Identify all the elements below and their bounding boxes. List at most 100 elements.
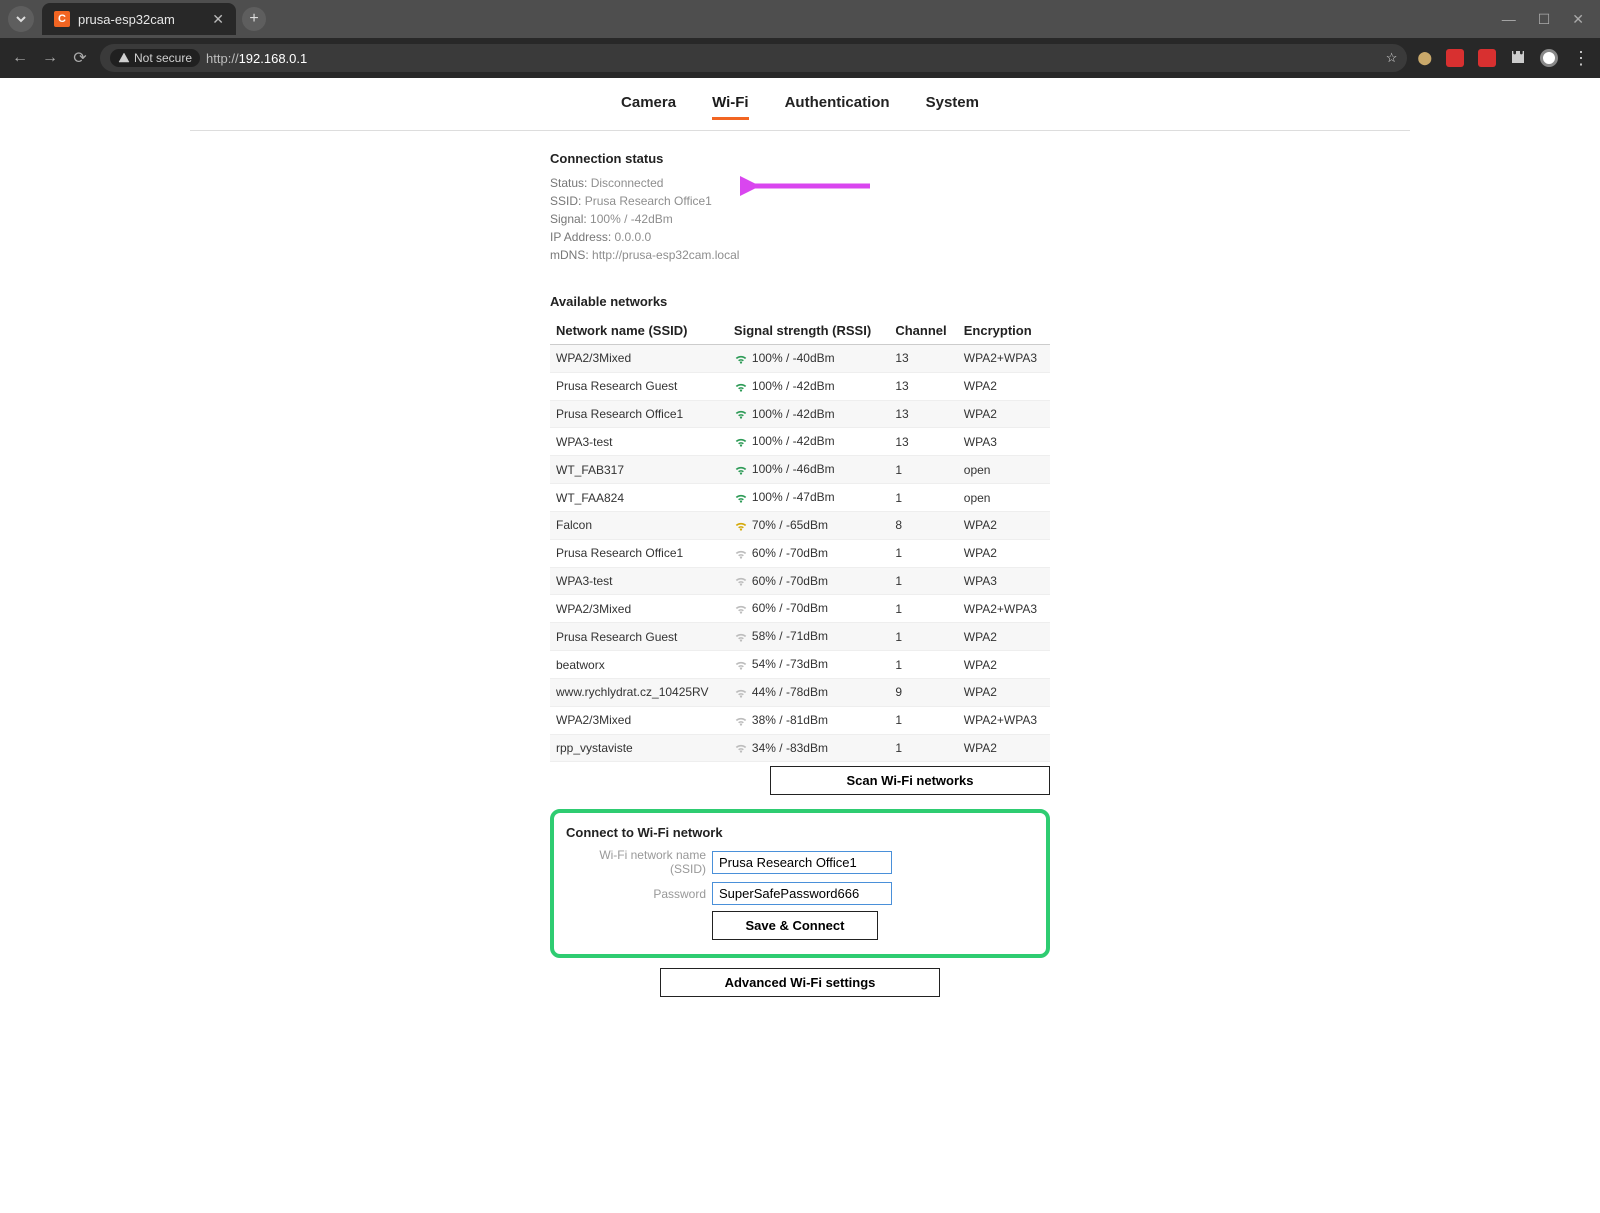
available-networks-heading: Available networks bbox=[550, 294, 1050, 309]
cell-ssid: WPA2/3Mixed bbox=[550, 595, 728, 623]
col-rssi: Signal strength (RSSI) bbox=[728, 317, 889, 345]
profile-button[interactable] bbox=[1540, 49, 1558, 67]
security-label: Not secure bbox=[134, 51, 192, 65]
bookmark-button[interactable]: ☆ bbox=[1386, 50, 1398, 66]
cell-encryption: WPA2 bbox=[958, 511, 1050, 539]
extension-icon[interactable] bbox=[1446, 49, 1464, 67]
scan-button[interactable]: Scan Wi-Fi networks bbox=[770, 766, 1050, 795]
network-row[interactable]: Falcon70% / -65dBm8WPA2 bbox=[550, 511, 1050, 539]
advanced-settings-button[interactable]: Advanced Wi-Fi settings bbox=[660, 968, 940, 997]
network-row[interactable]: beatworx54% / -73dBm1WPA2 bbox=[550, 651, 1050, 679]
cell-encryption: WPA2 bbox=[958, 623, 1050, 651]
cell-encryption: open bbox=[958, 484, 1050, 512]
cell-rssi: 60% / -70dBm bbox=[728, 567, 889, 595]
ssid-input[interactable] bbox=[712, 851, 892, 874]
col-ssid: Network name (SSID) bbox=[550, 317, 728, 345]
security-chip[interactable]: Not secure bbox=[110, 49, 200, 67]
cell-ssid: www.rychlydrat.cz_10425RV bbox=[550, 678, 728, 706]
tab-camera[interactable]: Camera bbox=[621, 94, 676, 120]
network-row[interactable]: WPA2/3Mixed100% / -40dBm13WPA2+WPA3 bbox=[550, 345, 1050, 373]
close-tab-button[interactable]: ✕ bbox=[212, 11, 224, 28]
address-bar[interactable]: Not secure http://192.168.0.1 ☆ bbox=[100, 44, 1407, 72]
tab-bar: C prusa-esp32cam ✕ + — ☐ ✕ bbox=[0, 0, 1600, 38]
password-label: Password bbox=[566, 887, 706, 901]
network-row[interactable]: WPA3-test60% / -70dBm1WPA3 bbox=[550, 567, 1050, 595]
back-button[interactable]: ← bbox=[10, 49, 30, 67]
cell-ssid: beatworx bbox=[550, 651, 728, 679]
url-display: http://192.168.0.1 bbox=[206, 51, 307, 66]
cell-ssid: Prusa Research Office1 bbox=[550, 400, 728, 428]
extension-icon[interactable] bbox=[1478, 49, 1496, 67]
network-row[interactable]: WPA2/3Mixed38% / -81dBm1WPA2+WPA3 bbox=[550, 706, 1050, 734]
cell-channel: 13 bbox=[889, 345, 957, 373]
cell-rssi: 100% / -42dBm bbox=[728, 372, 889, 400]
reload-button[interactable]: ⟳ bbox=[70, 48, 90, 68]
connection-status-heading: Connection status bbox=[550, 151, 1050, 166]
cell-channel: 1 bbox=[889, 706, 957, 734]
cell-ssid: WT_FAB317 bbox=[550, 456, 728, 484]
browser-chrome: C prusa-esp32cam ✕ + — ☐ ✕ ← → ⟳ Not sec… bbox=[0, 0, 1600, 78]
new-tab-button[interactable]: + bbox=[242, 7, 266, 31]
cell-rssi: 100% / -40dBm bbox=[728, 345, 889, 373]
extensions-menu-button[interactable] bbox=[1510, 49, 1526, 68]
cell-ssid: WPA3-test bbox=[550, 567, 728, 595]
tabs-dropdown-button[interactable] bbox=[8, 6, 34, 32]
status-row: IP Address: 0.0.0.0 bbox=[550, 228, 1050, 246]
cell-encryption: open bbox=[958, 456, 1050, 484]
password-input[interactable] bbox=[712, 882, 892, 905]
cell-channel: 1 bbox=[889, 623, 957, 651]
browser-menu-button[interactable]: ⋮ bbox=[1572, 49, 1590, 67]
extension-icon[interactable]: ⬤ bbox=[1417, 50, 1432, 66]
network-row[interactable]: Prusa Research Office160% / -70dBm1WPA2 bbox=[550, 539, 1050, 567]
tab-system[interactable]: System bbox=[926, 94, 979, 120]
minimize-button[interactable]: — bbox=[1502, 11, 1516, 28]
favicon-icon: C bbox=[54, 11, 70, 27]
network-row[interactable]: www.rychlydrat.cz_10425RV44% / -78dBm9WP… bbox=[550, 678, 1050, 706]
page-viewport[interactable]: Camera Wi-Fi Authentication System Conne… bbox=[0, 78, 1600, 1213]
cell-rssi: 60% / -70dBm bbox=[728, 595, 889, 623]
cell-channel: 8 bbox=[889, 511, 957, 539]
cell-encryption: WPA2 bbox=[958, 372, 1050, 400]
tab-wifi[interactable]: Wi-Fi bbox=[712, 94, 749, 120]
cell-ssid: rpp_vystaviste bbox=[550, 734, 728, 762]
cell-rssi: 70% / -65dBm bbox=[728, 511, 889, 539]
forward-button[interactable]: → bbox=[40, 49, 60, 67]
cell-encryption: WPA2+WPA3 bbox=[958, 706, 1050, 734]
cell-encryption: WPA3 bbox=[958, 567, 1050, 595]
window-controls: — ☐ ✕ bbox=[1502, 11, 1592, 28]
browser-tab[interactable]: C prusa-esp32cam ✕ bbox=[42, 3, 236, 35]
cell-ssid: Falcon bbox=[550, 511, 728, 539]
cell-rssi: 58% / -71dBm bbox=[728, 623, 889, 651]
tab-authentication[interactable]: Authentication bbox=[785, 94, 890, 120]
save-connect-button[interactable]: Save & Connect bbox=[712, 911, 878, 940]
cell-ssid: WPA3-test bbox=[550, 428, 728, 456]
network-row[interactable]: rpp_vystaviste34% / -83dBm1WPA2 bbox=[550, 734, 1050, 762]
network-row[interactable]: Prusa Research Office1100% / -42dBm13WPA… bbox=[550, 400, 1050, 428]
cell-encryption: WPA2+WPA3 bbox=[958, 595, 1050, 623]
cell-rssi: 100% / -42dBm bbox=[728, 400, 889, 428]
ssid-label: Wi-Fi network name (SSID) bbox=[566, 848, 706, 876]
cell-rssi: 44% / -78dBm bbox=[728, 678, 889, 706]
cell-channel: 1 bbox=[889, 734, 957, 762]
close-window-button[interactable]: ✕ bbox=[1572, 11, 1584, 28]
annotation-arrow-icon bbox=[740, 171, 880, 201]
maximize-button[interactable]: ☐ bbox=[1538, 11, 1551, 28]
status-row: Signal: 100% / -42dBm bbox=[550, 210, 1050, 228]
col-channel: Channel bbox=[889, 317, 957, 345]
cell-channel: 1 bbox=[889, 539, 957, 567]
cell-rssi: 100% / -46dBm bbox=[728, 456, 889, 484]
network-row[interactable]: Prusa Research Guest100% / -42dBm13WPA2 bbox=[550, 372, 1050, 400]
network-row[interactable]: Prusa Research Guest58% / -71dBm1WPA2 bbox=[550, 623, 1050, 651]
cell-encryption: WPA2 bbox=[958, 678, 1050, 706]
cell-channel: 1 bbox=[889, 456, 957, 484]
network-row[interactable]: WPA2/3Mixed60% / -70dBm1WPA2+WPA3 bbox=[550, 595, 1050, 623]
cell-channel: 13 bbox=[889, 428, 957, 456]
toolbar-extensions: ⬤ ⋮ bbox=[1417, 49, 1590, 68]
network-row[interactable]: WT_FAA824100% / -47dBm1open bbox=[550, 484, 1050, 512]
network-row[interactable]: WT_FAB317100% / -46dBm1open bbox=[550, 456, 1050, 484]
cell-encryption: WPA3 bbox=[958, 428, 1050, 456]
network-row[interactable]: WPA3-test100% / -42dBm13WPA3 bbox=[550, 428, 1050, 456]
cell-channel: 9 bbox=[889, 678, 957, 706]
cell-ssid: WPA2/3Mixed bbox=[550, 345, 728, 373]
status-row: mDNS: http://prusa-esp32cam.local bbox=[550, 246, 1050, 264]
